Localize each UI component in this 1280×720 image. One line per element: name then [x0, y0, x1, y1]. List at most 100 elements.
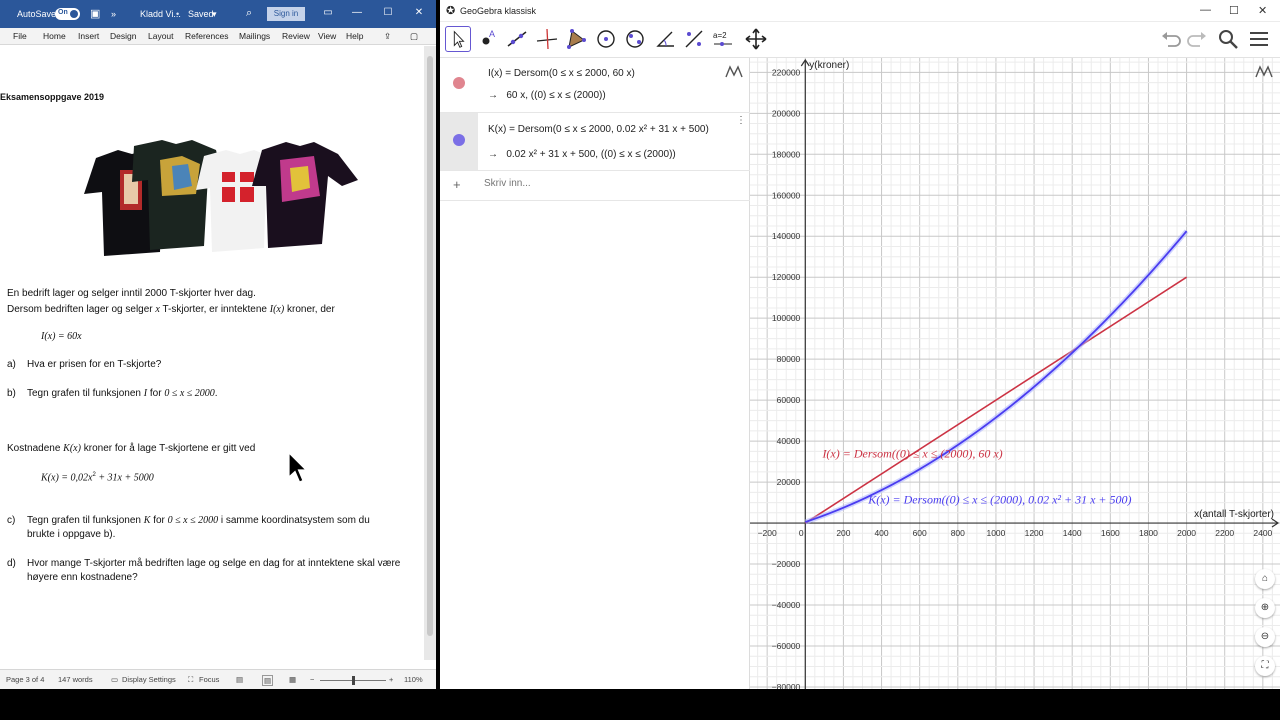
tab-insert[interactable]: Insert — [78, 31, 99, 41]
display-settings-button[interactable]: Display Settings — [122, 675, 176, 684]
zoom-out-button[interactable]: ⊖ — [1255, 627, 1275, 647]
minimize-icon[interactable]: — — [350, 6, 364, 20]
polygon-tool-icon[interactable] — [563, 26, 589, 52]
x-tick-label: 2000 — [1177, 528, 1196, 538]
slider-tool-label: a=2 — [713, 31, 727, 40]
more-commands-icon[interactable]: » — [111, 9, 116, 19]
chevron-down-icon[interactable]: ▾ — [212, 9, 217, 20]
minimize-icon[interactable]: — — [1200, 4, 1211, 16]
zoom-slider-thumb[interactable] — [352, 676, 355, 685]
zoom-in-button[interactable]: + — [389, 675, 393, 684]
y-tick-label: 160000 — [772, 190, 801, 200]
arrow-icon: → — [488, 149, 498, 160]
x-tick-label: 400 — [874, 528, 888, 538]
sign-in-button[interactable]: Sign in — [267, 7, 305, 21]
maximize-icon[interactable]: ☐ — [1229, 4, 1239, 17]
document-title[interactable]: Kladd Vi... — [140, 9, 181, 19]
tab-mailings[interactable]: Mailings — [239, 31, 270, 41]
move-tool-icon[interactable] — [445, 26, 471, 52]
y-tick-label: 20000 — [777, 477, 801, 487]
visibility-toggle-icon[interactable] — [453, 77, 465, 89]
style-bar-toggle-icon[interactable] — [724, 63, 744, 79]
display-settings-icon[interactable]: ▭ — [111, 675, 118, 684]
tab-references[interactable]: References — [185, 31, 228, 41]
algebra-input-row[interactable]: + — [440, 171, 750, 201]
algebra-definition[interactable]: K(x) = Dersom(0 ≤ x ≤ 2000, 0.02 x² + 31… — [488, 124, 709, 135]
share-icon[interactable]: ⇪ — [384, 31, 391, 42]
y-tick-label: 80000 — [777, 354, 801, 364]
doc-heading: Eksamensoppgave 2019 — [0, 92, 105, 102]
line-tool-icon[interactable] — [504, 26, 530, 52]
redo-icon[interactable] — [1184, 26, 1210, 52]
doc-fn: K(x) — [63, 443, 81, 454]
tab-help[interactable]: Help — [346, 31, 363, 41]
move-graphics-tool-icon[interactable] — [743, 26, 769, 52]
algebra-definition[interactable]: I(x) = Dersom(0 ≤ x ≤ 2000, 60 x) — [488, 68, 635, 79]
visibility-toggle-icon[interactable] — [453, 134, 465, 146]
doc-text: . — [214, 388, 218, 399]
search-icon[interactable] — [1215, 26, 1241, 52]
comments-icon[interactable]: ▢ — [410, 31, 418, 42]
zoom-level[interactable]: 110% — [404, 675, 423, 684]
circle-tool-icon[interactable] — [593, 26, 619, 52]
autosave-toggle[interactable]: On — [55, 8, 80, 20]
doc-eq-cost: K(x) = 0,02x2 + 31x + 5000 — [41, 472, 154, 483]
focus-button[interactable]: Focus — [199, 675, 219, 684]
screen-bottom-strip — [0, 689, 1280, 720]
save-icon[interactable]: ▣ — [90, 7, 100, 20]
read-mode-icon[interactable]: ▤ — [236, 675, 243, 684]
close-icon[interactable]: ✕ — [1258, 4, 1267, 17]
function-plot[interactable]: −200 0 200 400 600 800 1000 1200 1400 1600 1800 200… — [750, 58, 1280, 689]
ellipse-tool-icon[interactable] — [622, 26, 648, 52]
x-tick-label: 2200 — [1215, 528, 1234, 538]
zoom-out-button[interactable]: − — [310, 675, 314, 684]
close-icon[interactable]: ✕ — [412, 6, 426, 20]
geogebra-window: ✪ GeoGebra klassisk — ☐ ✕ A a=2 I(x) = D… — [440, 0, 1280, 689]
undo-icon[interactable] — [1158, 26, 1184, 52]
autosave-state: On — [58, 9, 68, 16]
reflect-tool-icon[interactable] — [681, 26, 707, 52]
y-tick-label: 140000 — [772, 231, 801, 241]
doc-var-x: x — [155, 304, 160, 315]
y-tick-label: −40000 — [772, 600, 801, 610]
algebra-item-k[interactable]: K(x) = Dersom(0 ≤ x ≤ 2000, 0.02 x² + 31… — [440, 113, 750, 171]
add-icon[interactable]: + — [453, 177, 461, 192]
page-count[interactable]: Page 3 of 4 — [6, 675, 44, 684]
algebra-value-text: 60 x, ((0) ≤ x ≤ (2000)) — [506, 90, 606, 101]
zoom-in-button[interactable]: ⊕ — [1255, 598, 1275, 618]
search-icon[interactable]: ⌕ — [246, 7, 252, 20]
graphics-view[interactable]: −200 0 200 400 600 800 1000 1200 1400 1600 1800 200… — [750, 58, 1280, 689]
tab-home[interactable]: Home — [43, 31, 66, 41]
x-tick-label: −200 — [758, 528, 777, 538]
tab-review[interactable]: Review — [282, 31, 310, 41]
main-menu-icon[interactable] — [1246, 26, 1272, 52]
svg-text:A: A — [489, 29, 495, 39]
word-count[interactable]: 147 words — [58, 675, 93, 684]
y-tick-label: −80000 — [772, 682, 801, 689]
x-axis-label: x(antall T-skjorter) — [1194, 509, 1274, 520]
document-page[interactable]: Eksamensoppgave 2019 En bedrift lager og… — [0, 46, 424, 660]
algebra-input[interactable] — [484, 178, 734, 189]
perpendicular-line-tool-icon[interactable] — [534, 26, 560, 52]
ribbon-display-icon[interactable]: ▭ — [321, 6, 335, 20]
doc-fn: K — [143, 515, 151, 526]
doc-question-b-label: b) — [7, 388, 16, 399]
algebra-item-i[interactable]: I(x) = Dersom(0 ≤ x ≤ 2000, 60 x) → 60 x… — [440, 58, 750, 113]
vertical-scrollbar[interactable] — [424, 46, 436, 660]
tab-design[interactable]: Design — [110, 31, 136, 41]
tab-layout[interactable]: Layout — [148, 31, 174, 41]
web-layout-icon[interactable]: ▦ — [289, 675, 296, 684]
more-options-icon[interactable]: ⋮ — [736, 115, 746, 126]
fullscreen-button[interactable]: ⛶ — [1255, 656, 1275, 676]
home-view-button[interactable]: ⌂ — [1255, 569, 1275, 589]
print-layout-icon[interactable]: ▤ — [262, 675, 274, 686]
slider-tool-icon[interactable]: a=2 — [710, 26, 736, 52]
angle-tool-icon[interactable] — [652, 26, 678, 52]
graphics-style-bar-icon[interactable] — [1254, 63, 1276, 79]
tab-file[interactable]: File — [13, 31, 27, 41]
maximize-icon[interactable]: ☐ — [381, 6, 395, 20]
point-tool-icon[interactable]: A — [475, 26, 501, 52]
tab-view[interactable]: View — [318, 31, 336, 41]
x-tick-label: 1000 — [986, 528, 1005, 538]
focus-icon[interactable]: ⛶ — [188, 675, 193, 685]
